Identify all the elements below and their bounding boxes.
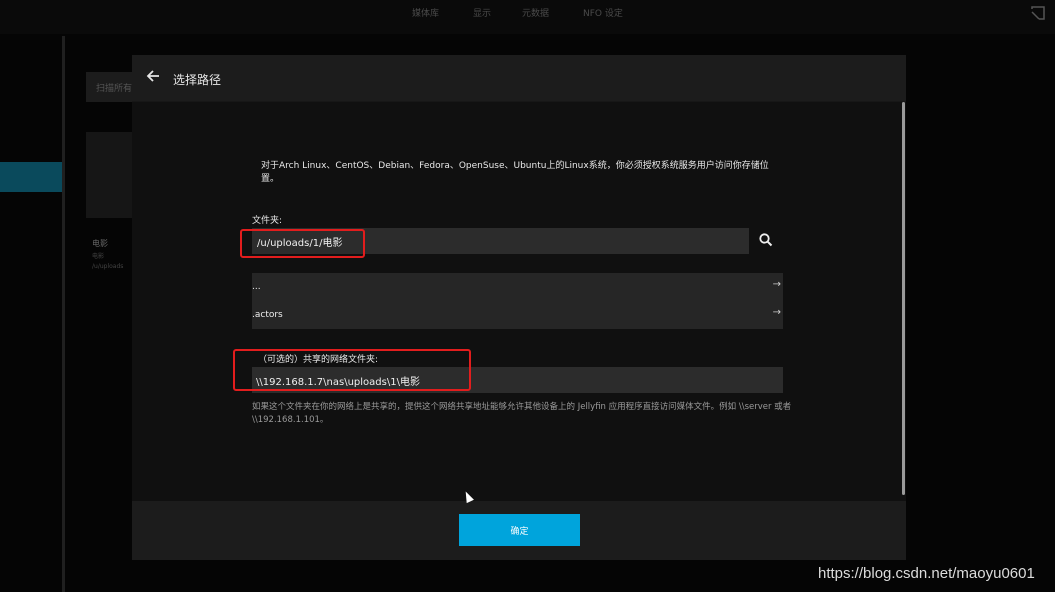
top-navigation: 媒体库 显示 元数据 NFO 设定 — [0, 0, 1055, 34]
arrow-right-icon: → — [772, 307, 781, 318]
tab-metadata[interactable]: 元数据 — [522, 6, 549, 19]
network-share-label: （可选的）共享的网络文件夹: — [258, 355, 379, 365]
library-card-subtitle: 电影 /u/uploads — [92, 252, 123, 272]
dialog-content: 对于Arch Linux、CentOS、Debian、Fedora、OpenSu… — [132, 102, 906, 501]
dialog-footer: 确定 — [132, 501, 906, 560]
tab-display[interactable]: 显示 — [473, 6, 491, 19]
tab-libraries[interactable]: 媒体库 — [412, 6, 439, 19]
network-share-help: 如果这个文件夹在你的网络上是共享的，提供这个网络共享地址能够允许其他设备上的 J… — [252, 402, 792, 425]
sidebar-divider — [62, 36, 65, 592]
dialog-scrollbar[interactable] — [901, 102, 906, 501]
tab-nfo-settings[interactable]: NFO 设定 — [583, 6, 623, 19]
watermark: https://blog.csdn.net/maoyu0601 — [818, 565, 1035, 582]
library-card-path: /u/uploads — [92, 263, 124, 270]
arrow-left-icon[interactable] — [146, 69, 162, 85]
library-card-image — [86, 132, 138, 218]
directory-list: ... → .actors → — [252, 273, 783, 329]
directory-item-parent[interactable]: ... → — [252, 273, 783, 301]
folder-path-input[interactable] — [252, 228, 749, 254]
scrollbar-thumb[interactable] — [902, 102, 905, 495]
directory-item-actors[interactable]: .actors → — [252, 301, 783, 329]
cast-icon[interactable] — [1031, 6, 1045, 20]
search-icon[interactable] — [758, 232, 774, 248]
arrow-right-icon: → — [772, 279, 781, 290]
library-card-type: 电影 — [92, 253, 105, 260]
ok-button[interactable]: 确定 — [459, 514, 580, 546]
directory-item-label: ... — [252, 282, 261, 292]
linux-permission-note: 对于Arch Linux、CentOS、Debian、Fedora、OpenSu… — [261, 161, 769, 184]
dialog-title: 选择路径 — [173, 73, 222, 87]
directory-item-label: .actors — [252, 310, 283, 320]
network-share-input[interactable] — [252, 367, 783, 393]
library-card-title: 电影 — [92, 239, 108, 248]
dialog-header: 选择路径 — [132, 55, 906, 102]
folder-label: 文件夹: — [252, 216, 283, 226]
sidebar-active-item — [0, 162, 62, 192]
select-path-dialog: 选择路径 对于Arch Linux、CentOS、Debian、Fedora、O… — [132, 55, 906, 560]
